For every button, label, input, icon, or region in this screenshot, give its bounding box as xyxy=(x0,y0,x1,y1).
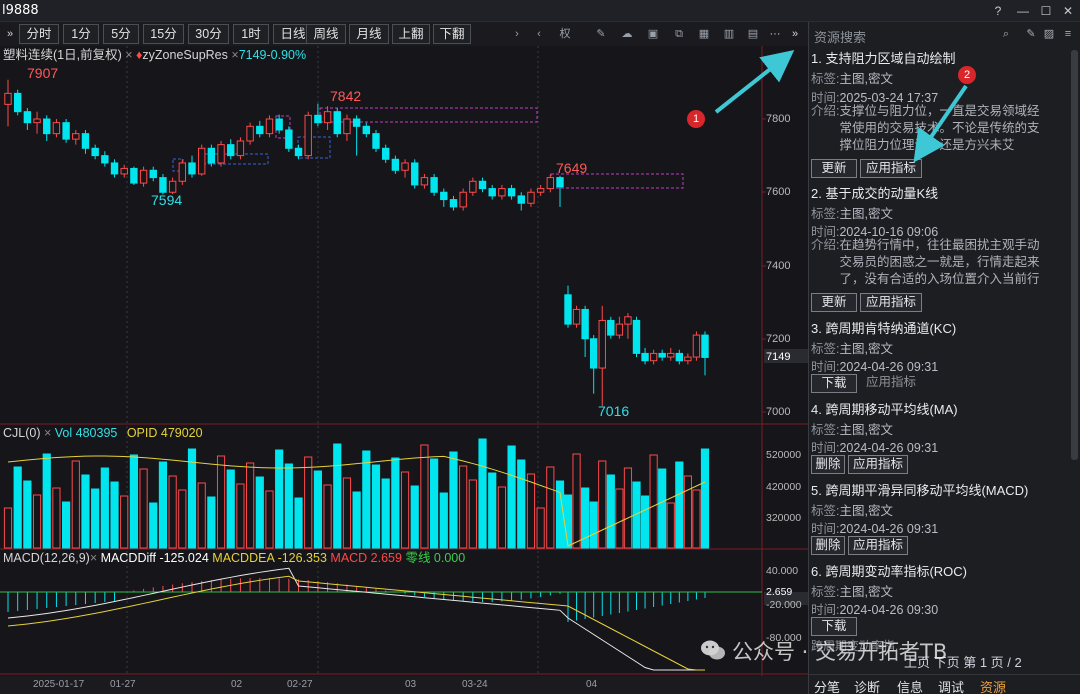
callout-overlay xyxy=(714,50,968,163)
callout-arrow-1 xyxy=(714,50,795,114)
watermark-text: 公众号 · 交易开拓者TB xyxy=(732,640,948,664)
wechat-logo-icon xyxy=(701,640,725,660)
callout-arrow-2 xyxy=(913,84,968,163)
callout-badge-2: 2 xyxy=(958,66,976,84)
callout-badge-1: 1 xyxy=(687,110,705,128)
